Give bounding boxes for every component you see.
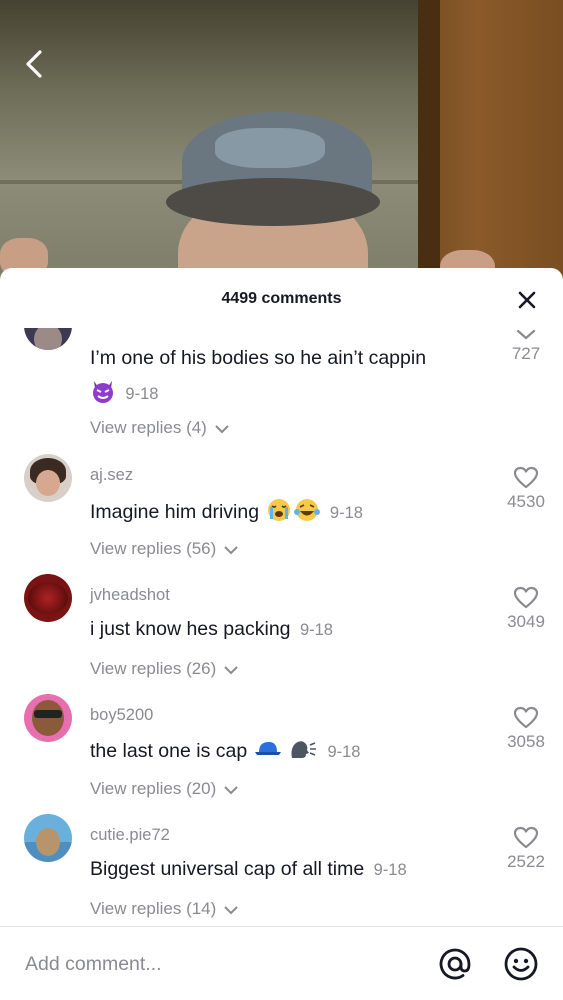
- chevron-down-icon: [224, 545, 238, 554]
- avatar[interactable]: [24, 694, 72, 742]
- comment-body: Imagine him driving: [90, 501, 260, 524]
- comment-date: 9-18: [329, 504, 363, 523]
- comment-second-line: 9-18: [90, 379, 158, 409]
- video-door-frame: [418, 0, 440, 300]
- comment-text: Biggest universal cap of all time 9-18: [90, 858, 407, 881]
- comment-date: 9-18: [373, 861, 407, 879]
- like-count: 2522: [507, 852, 545, 871]
- video-background: [0, 0, 563, 300]
- comment-item: boy5200 the last one is cap 9-18 View re…: [0, 688, 563, 808]
- chevron-down-icon: [516, 329, 536, 340]
- video-cap-logo: [215, 128, 325, 168]
- laughing-tears-emoji: [293, 498, 321, 528]
- like-count: 727: [511, 344, 541, 363]
- comment-date: 9-18: [125, 385, 159, 404]
- view-replies-button[interactable]: View replies (4): [90, 418, 230, 438]
- comment-username[interactable]: boy5200: [90, 706, 153, 725]
- avatar-face: [32, 700, 64, 736]
- close-button[interactable]: [512, 290, 542, 310]
- avatar-face: [36, 828, 60, 856]
- comment-input[interactable]: [0, 927, 420, 1000]
- like-count: 3058: [507, 732, 545, 751]
- crying-face-emoji: [265, 498, 293, 528]
- avatar-pattern: [28, 582, 68, 614]
- view-replies-button[interactable]: View replies (26): [90, 659, 239, 679]
- heart-outline-icon: [513, 586, 539, 609]
- heart-outline-icon: [513, 826, 539, 849]
- comment-body: I’m one of his bodies so he ain’t cappin: [90, 347, 427, 369]
- like-button[interactable]: 3058: [496, 706, 556, 752]
- comment-input-bar: [0, 926, 563, 1000]
- blue-cap-emoji: [253, 738, 283, 766]
- video-cap-brim: [166, 178, 380, 226]
- avatar[interactable]: [24, 328, 72, 350]
- comment-body: the last one is cap: [90, 740, 248, 763]
- avatar[interactable]: [24, 454, 72, 502]
- mention-button[interactable]: [437, 946, 473, 982]
- comment-text: the last one is cap 9-18: [90, 738, 360, 766]
- like-button[interactable]: 2522: [496, 826, 556, 872]
- comment-date: 9-18: [327, 743, 361, 762]
- avatar-face: [34, 328, 62, 350]
- view-replies-label: View replies (20): [90, 779, 217, 798]
- like-button[interactable]: 727: [496, 328, 556, 364]
- view-replies-label: View replies (14): [90, 899, 217, 918]
- comment-body: i just know hes packing: [90, 618, 291, 640]
- speaking-head-emoji: [288, 738, 318, 766]
- at-sign-icon: [439, 948, 471, 980]
- chevron-down-icon: [224, 905, 238, 914]
- chevron-down-icon: [224, 665, 238, 674]
- close-icon: [518, 291, 536, 309]
- view-replies-button[interactable]: View replies (20): [90, 779, 239, 799]
- chevron-down-icon: [214, 424, 229, 433]
- comment-username[interactable]: cutie.pie72: [90, 826, 170, 845]
- like-button[interactable]: 3049: [496, 586, 556, 632]
- comment-item: jvheadshot i just know hes packing 9-18 …: [0, 568, 563, 688]
- comment-text: I’m one of his bodies so he ain’t cappin: [90, 347, 426, 370]
- comment-text: Imagine him driving 9-18: [90, 498, 363, 528]
- avatar-face: [36, 470, 60, 496]
- view-replies-button[interactable]: View replies (56): [90, 539, 239, 559]
- comment-username[interactable]: aj.sez: [90, 466, 133, 485]
- view-replies-label: View replies (26): [90, 659, 217, 678]
- comment-date: 9-18: [299, 621, 333, 639]
- comment-item: cutie.pie72 Biggest universal cap of all…: [0, 808, 563, 926]
- comment-username[interactable]: jvheadshot: [90, 586, 170, 605]
- like-button[interactable]: 4530: [496, 466, 556, 512]
- comment-body: Biggest universal cap of all time: [90, 858, 365, 880]
- view-replies-label: View replies (4): [90, 418, 207, 437]
- comment-count-title: 4499 comments: [221, 290, 342, 307]
- smiley-icon: [504, 947, 538, 981]
- avatar-glasses: [34, 710, 62, 718]
- like-count: 4530: [507, 492, 545, 511]
- back-chevron-icon: [26, 50, 42, 78]
- avatar[interactable]: [24, 814, 72, 862]
- comment-list[interactable]: I’m one of his bodies so he ain’t cappin…: [0, 328, 563, 926]
- comments-header: 4499 comments: [0, 268, 563, 328]
- back-button[interactable]: [18, 44, 54, 84]
- comments-sheet: 4499 comments I’m one of his bodies so h…: [0, 268, 563, 1000]
- emoji-button[interactable]: [503, 946, 539, 982]
- heart-outline-icon: [513, 466, 539, 489]
- heart-outline-icon: [513, 706, 539, 729]
- view-replies-label: View replies (56): [90, 539, 217, 558]
- like-count: 3049: [507, 612, 545, 631]
- comment-item: I’m one of his bodies so he ain’t cappin…: [0, 328, 563, 437]
- comment-text: i just know hes packing 9-18: [90, 618, 333, 641]
- chevron-down-icon: [224, 785, 238, 794]
- avatar[interactable]: [24, 574, 72, 622]
- devil-face-emoji: [90, 379, 116, 409]
- view-replies-button[interactable]: View replies (14): [90, 899, 239, 919]
- comment-item: aj.sez Imagine him driving 9-18 View rep…: [0, 448, 563, 568]
